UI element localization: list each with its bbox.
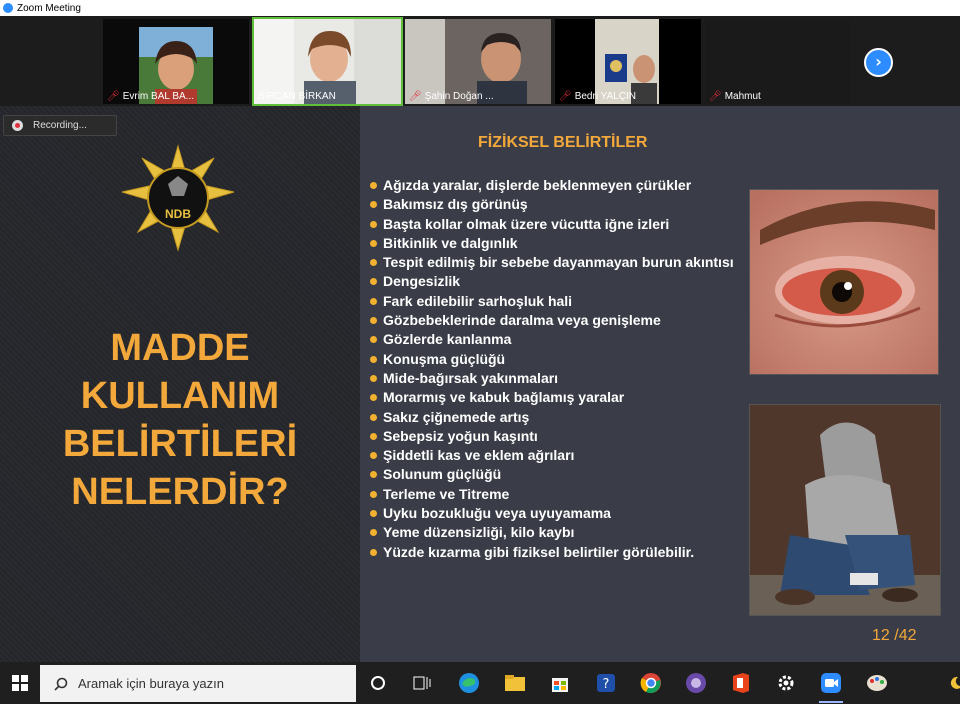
mic-muted-icon: 🎤︎ <box>107 91 120 102</box>
svg-text:NDB: NDB <box>165 207 191 221</box>
slide-left-panel: Recording... NDB MADDE KULLANIM BELİRTİL… <box>0 106 360 662</box>
shared-screen: Recording... NDB MADDE KULLANIM BELİRTİL… <box>0 106 960 662</box>
list-item: Ağızda yaralar, dişlerde beklenmeyen çür… <box>370 176 740 195</box>
help-icon[interactable]: ? <box>594 671 618 695</box>
cortana-icon[interactable] <box>366 671 390 695</box>
night-light-icon[interactable] <box>944 671 960 695</box>
windows-logo-icon <box>12 675 28 691</box>
recording-icon <box>12 120 23 131</box>
slide-page-indicator: 12 /42 <box>872 627 917 644</box>
title-line: NELERDİR? <box>71 471 289 513</box>
title-line: KULLANIM <box>80 375 280 417</box>
list-item: Bakımsız dış görünüş <box>370 195 740 214</box>
window-titlebar: Zoom Meeting <box>0 0 960 16</box>
list-item: Gözlerde kanlanma <box>370 330 740 349</box>
chevron-right-icon: › <box>875 52 882 71</box>
title-line: MADDE <box>110 327 250 369</box>
task-view-icon[interactable] <box>410 671 434 695</box>
list-item: Mide-bağırsak yakınmaları <box>370 369 740 388</box>
chrome-icon[interactable] <box>639 671 663 695</box>
svg-text:?: ? <box>603 677 610 692</box>
list-item: Solunum güçlüğü <box>370 465 740 484</box>
app-icon[interactable] <box>684 671 708 695</box>
list-item: Şiddetli kas ve eklem ağrıları <box>370 446 740 465</box>
file-explorer-icon[interactable] <box>503 671 527 695</box>
search-icon <box>54 677 68 691</box>
list-item: Yeme düzensizliği, kilo kaybı <box>370 523 740 542</box>
window-title: Zoom Meeting <box>17 2 81 14</box>
list-item: Fark edilebilir sarhoşluk hali <box>370 292 740 311</box>
office-icon[interactable] <box>729 671 753 695</box>
participant-name: 🎤︎ Mahmut <box>709 91 761 102</box>
participant-name: BİRCAN BİRKAN <box>258 91 336 102</box>
hooded-person-photo <box>749 404 941 616</box>
taskbar-search[interactable] <box>40 665 356 702</box>
slide-main-title: MADDE KULLANIM BELİRTİLERİ NELERDİR? <box>40 324 320 516</box>
edge-icon[interactable] <box>457 671 481 695</box>
list-item: Uyku bozukluğu veya uyuyamama <box>370 504 740 523</box>
list-item: Gözbebeklerinde daralma veya genişleme <box>370 311 740 330</box>
list-item: Terleme ve Titreme <box>370 485 740 504</box>
recording-label: Recording... <box>33 120 87 131</box>
list-item: Bitkinlik ve dalgınlık <box>370 234 740 253</box>
mic-muted-icon: 🎤︎ <box>559 91 572 102</box>
list-item: Yüzde kızarma gibi fiziksel belirtiler g… <box>370 543 740 562</box>
settings-icon[interactable] <box>774 671 798 695</box>
mic-muted-icon: 🎤︎ <box>409 91 422 102</box>
list-item: Dengesizlik <box>370 272 740 291</box>
zoom-icon[interactable] <box>819 671 843 703</box>
list-item: Sakız çiğnemede artış <box>370 408 740 427</box>
participant-tile-sahin[interactable]: 🎤︎ Şahin Doğan ... <box>405 19 551 104</box>
participant-tile-mahmut[interactable]: 🎤︎ Mahmut <box>705 19 851 104</box>
participant-name: 🎤︎ Evrim BAL BA... <box>107 91 195 102</box>
participant-tile-bedri[interactable]: 🎤︎ Bedri YALÇIN <box>555 19 701 104</box>
next-participants-button[interactable]: › <box>864 48 893 77</box>
list-item: Başta kollar olmak üzere vücutta iğne iz… <box>370 215 740 234</box>
zoom-logo-icon <box>3 3 13 13</box>
store-icon[interactable] <box>548 671 572 695</box>
search-input[interactable] <box>78 676 338 691</box>
participant-name: 🎤︎ Şahin Doğan ... <box>409 91 494 102</box>
participant-strip: 🎤︎ Evrim BAL BA... BİRCAN BİRKAN 🎤︎ Şahin … <box>0 16 960 106</box>
paint-icon[interactable] <box>865 671 889 695</box>
list-item: Sebepsiz yoğun kaşıntı <box>370 427 740 446</box>
list-item: Tespit edilmiş bir sebebe dayanmayan bur… <box>370 253 740 272</box>
mic-muted-icon: 🎤︎ <box>709 91 722 102</box>
list-item: Morarmış ve kabuk bağlamış yaralar <box>370 388 740 407</box>
ndb-badge-logo: NDB <box>121 144 235 252</box>
recording-indicator[interactable]: Recording... <box>3 115 117 136</box>
section-title: FİZİKSEL BELİRTİLER <box>478 134 648 151</box>
symptom-list: Ağızda yaralar, dişlerde beklenmeyen çür… <box>370 176 740 562</box>
participant-tile-evrim[interactable]: 🎤︎ Evrim BAL BA... <box>103 19 249 104</box>
windows-taskbar: ? <box>0 662 960 704</box>
participant-name: 🎤︎ Bedri YALÇIN <box>559 91 637 102</box>
participant-tile-bircan[interactable]: BİRCAN BİRKAN <box>252 17 403 106</box>
list-item: Konuşma güçlüğü <box>370 350 740 369</box>
title-line: BELİRTİLERİ <box>62 423 298 465</box>
start-button[interactable] <box>0 662 40 704</box>
bloodshot-eye-photo <box>749 189 939 375</box>
